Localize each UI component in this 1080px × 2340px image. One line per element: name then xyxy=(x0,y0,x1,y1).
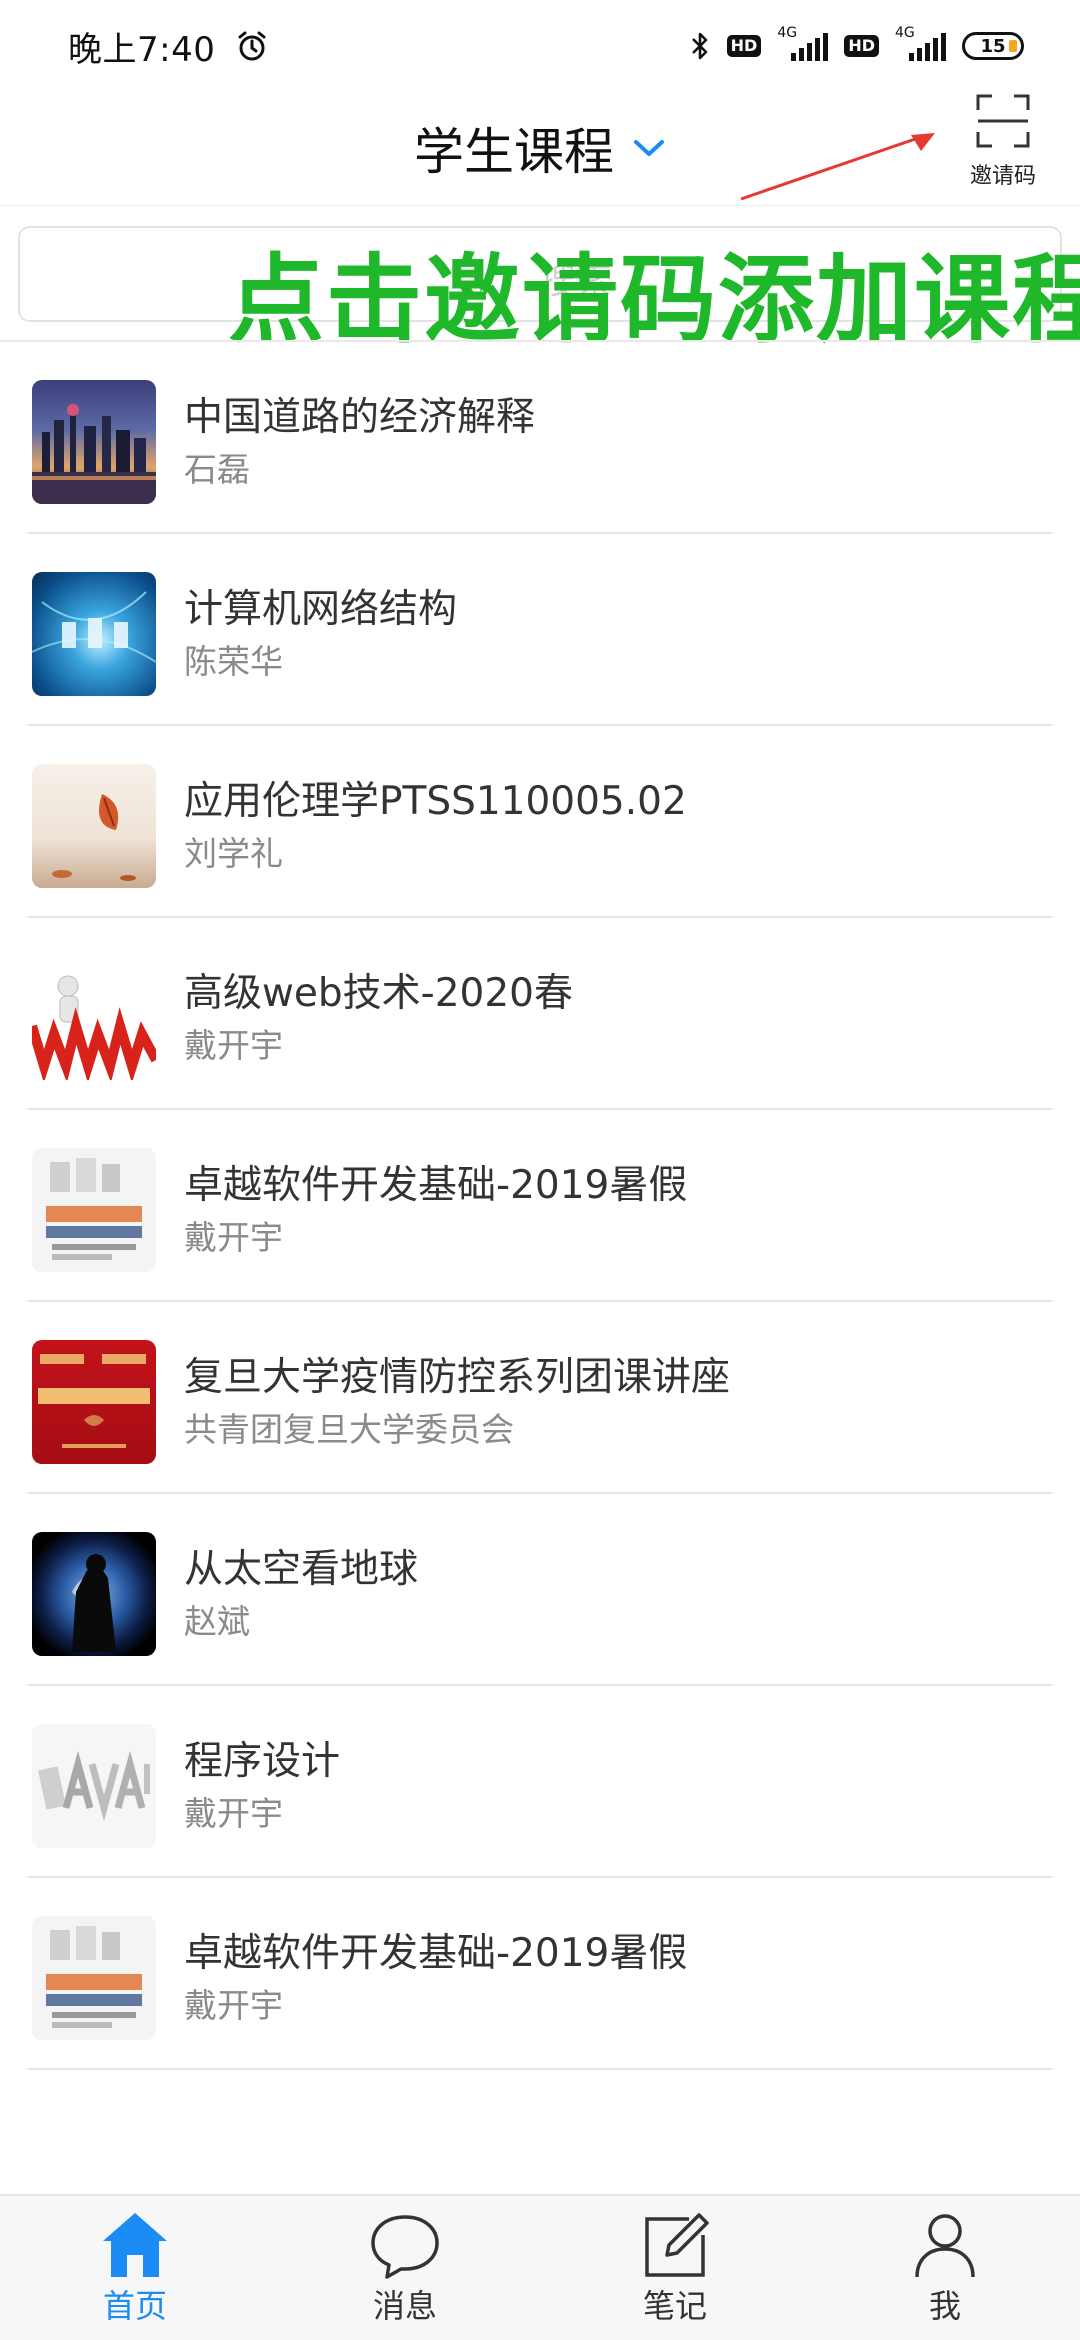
course-teacher: 戴开宇 xyxy=(184,1794,283,1833)
battery-level: 15 xyxy=(980,35,1006,57)
status-bar: 晚上7:40 HD 4G HD 4G 15 xyxy=(0,0,1080,92)
course-item[interactable]: 中国道路的经济解释 石磊 xyxy=(0,342,1080,534)
course-teacher: 刘学礼 xyxy=(184,834,283,873)
course-title: 复旦大学疫情防控系列团课讲座 xyxy=(184,1355,731,1400)
nav-item-home[interactable]: 首页 xyxy=(35,2209,235,2327)
course-item[interactable]: 卓越软件开发基础-2019暑假 戴开宇 xyxy=(0,1110,1080,1302)
course-title: 从太空看地球 xyxy=(184,1547,419,1592)
course-teacher: 共青团复旦大学委员会 xyxy=(184,1410,514,1449)
status-time: 晚上7:40 xyxy=(68,29,216,70)
course-item[interactable]: 计算机网络结构 陈荣华 xyxy=(0,534,1080,726)
nav-label-me: 我 xyxy=(928,2287,961,2325)
nav-label-home: 首页 xyxy=(102,2287,167,2325)
hd-badge-2: HD xyxy=(844,35,879,57)
bluetooth-icon xyxy=(689,29,711,63)
course-thumbnail xyxy=(32,764,156,888)
hd-badge: HD xyxy=(726,35,762,57)
course-teacher: 赵斌 xyxy=(184,1602,250,1641)
course-title: 高级web技术-2020春 xyxy=(184,971,573,1016)
signal-icon-2: 4G xyxy=(895,25,946,61)
course-teacher: 戴开宇 xyxy=(184,1218,283,1257)
nav-label-notes: 笔记 xyxy=(642,2287,707,2325)
page-title: 学生课程 xyxy=(414,123,614,181)
nav-item-notes[interactable]: 笔记 xyxy=(575,2209,775,2327)
course-teacher: 陈荣华 xyxy=(184,642,283,681)
course-item[interactable]: 从太空看地球 赵斌 xyxy=(0,1494,1080,1686)
bottom-nav: 首页 消息 笔记 我 xyxy=(0,2194,1080,2340)
network-type-2: 4G xyxy=(895,25,915,41)
invite-code-button[interactable]: 邀请码 xyxy=(958,92,1048,189)
course-thumbnail xyxy=(32,1916,156,2040)
course-thumbnail xyxy=(32,1148,156,1272)
course-title: 卓越软件开发基础-2019暑假 xyxy=(184,1931,688,1976)
network-type: 4G xyxy=(777,25,798,41)
course-title: 程序设计 xyxy=(184,1739,341,1784)
nav-label-messages: 消息 xyxy=(372,2287,437,2325)
course-title: 计算机网络结构 xyxy=(184,587,458,632)
scan-icon xyxy=(974,92,1032,154)
course-item[interactable]: 卓越软件开发基础-2019暑假 戴开宇 xyxy=(0,1878,1080,2070)
course-title: 应用伦理学PTSS110005.02 xyxy=(184,779,687,824)
battery-icon: 15 xyxy=(962,32,1024,60)
course-item[interactable]: 应用伦理学PTSS110005.02 刘学礼 xyxy=(0,726,1080,918)
course-thumbnail xyxy=(32,1532,156,1656)
note-icon xyxy=(637,2209,713,2281)
course-title: 卓越软件开发基础-2019暑假 xyxy=(184,1163,688,1208)
course-thumbnail xyxy=(32,1340,156,1464)
status-left: 晚上7:40 xyxy=(68,22,269,71)
course-list: 中国道路的经济解释 石磊 计算机网络结构 陈荣华 应用伦理学PTSS110005… xyxy=(0,342,1080,2070)
person-icon xyxy=(907,2209,983,2281)
course-thumbnail xyxy=(32,1724,156,1848)
invite-code-label: 邀请码 xyxy=(969,164,1036,189)
course-item[interactable]: 复旦大学疫情防控系列团课讲座 共青团复旦大学委员会 xyxy=(0,1302,1080,1494)
signal-icon: 4G xyxy=(777,25,829,61)
chevron-down-icon xyxy=(632,137,666,159)
course-teacher: 戴开宇 xyxy=(184,1986,283,2025)
course-teacher: 戴开宇 xyxy=(184,1026,283,1065)
nav-item-me[interactable]: 我 xyxy=(845,2209,1045,2327)
course-teacher: 石磊 xyxy=(184,450,250,489)
home-icon xyxy=(97,2209,173,2281)
course-item[interactable]: 程序设计 戴开宇 xyxy=(0,1686,1080,1878)
annotation-arrow xyxy=(740,133,935,201)
course-thumbnail xyxy=(32,572,156,696)
message-icon xyxy=(367,2209,443,2281)
course-item[interactable]: 高级web技术-2020春 戴开宇 xyxy=(0,918,1080,1110)
course-thumbnail xyxy=(32,380,156,504)
course-title: 中国道路的经济解释 xyxy=(184,395,536,440)
nav-item-messages[interactable]: 消息 xyxy=(305,2209,505,2327)
alarm-icon xyxy=(235,29,269,63)
course-thumbnail xyxy=(32,956,156,1080)
status-right: HD 4G HD 4G 15 xyxy=(689,25,1024,63)
